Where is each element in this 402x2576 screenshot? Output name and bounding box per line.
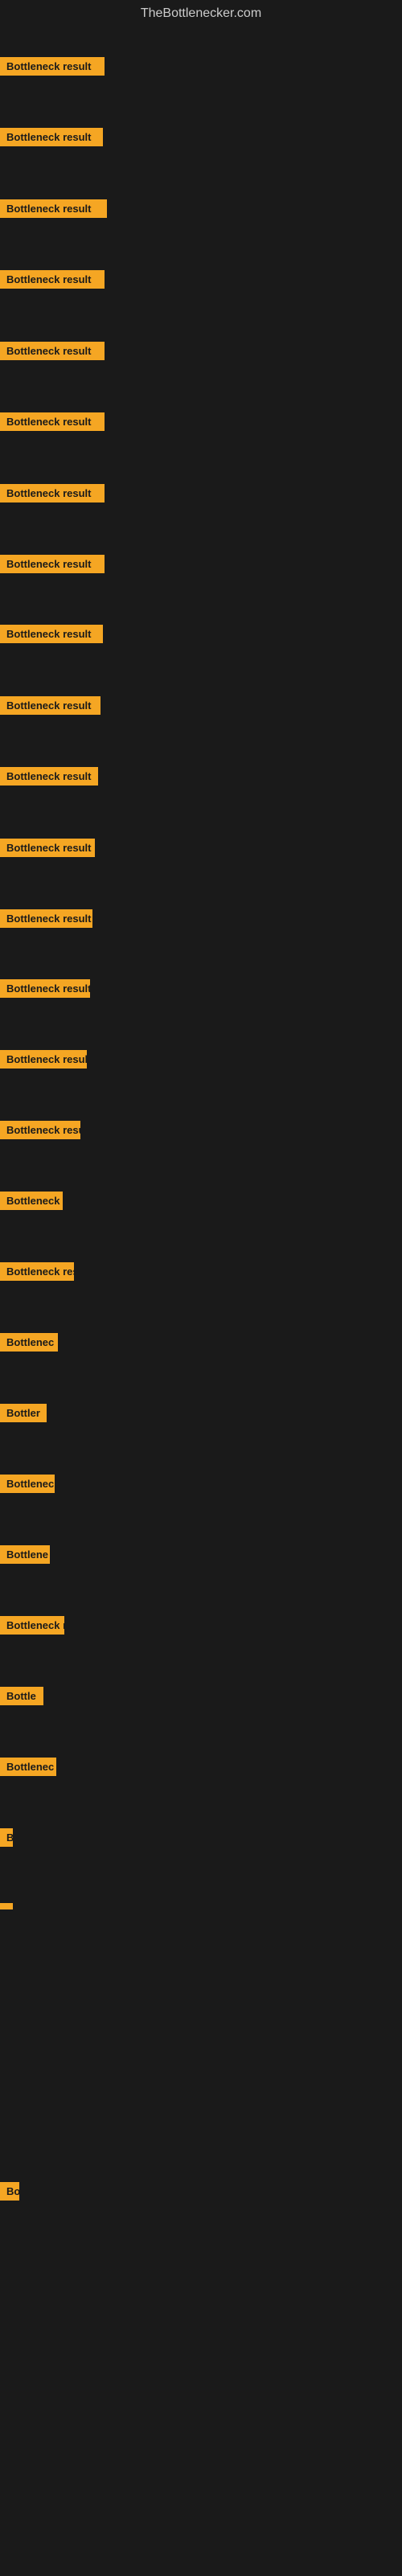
bottleneck-label: Bottleneck resu [0, 1121, 80, 1139]
bottleneck-item: Bottleneck result [0, 555, 105, 577]
bottleneck-item: Bottle [0, 1687, 43, 1709]
bottleneck-item: Bo [0, 2182, 19, 2205]
bottleneck-item: Bottleneck result [0, 1050, 87, 1073]
bottleneck-label: Bottleneck r [0, 1616, 64, 1635]
bottleneck-label: Bottleneck result [0, 767, 98, 786]
bottleneck-item: Bottleneck result [0, 839, 95, 861]
bottleneck-label: Bottleneck [0, 1192, 63, 1210]
bottleneck-label: Bottleneck result [0, 1050, 87, 1069]
bottleneck-label: Bottleneck result [0, 128, 103, 146]
bottleneck-label: Bottleneck res [0, 1262, 74, 1281]
bottleneck-label: Bo [0, 2182, 19, 2201]
bottleneck-item [0, 1899, 13, 1914]
bottleneck-label: Bottleneck result [0, 979, 90, 998]
bottleneck-item: Bottlene [0, 1545, 50, 1568]
bottleneck-label: B [0, 1828, 13, 1847]
bottleneck-label: Bottleneck result [0, 270, 105, 289]
bottleneck-label: Bottlenec [0, 1475, 55, 1493]
bottleneck-item: Bottleneck result [0, 979, 90, 1002]
bottleneck-item: Bottleneck result [0, 412, 105, 435]
bottleneck-item: Bottleneck resu [0, 1121, 80, 1143]
bottleneck-item: Bottler [0, 1404, 47, 1426]
bottleneck-item: Bottlenec [0, 1758, 56, 1780]
bottleneck-item: Bottleneck [0, 1192, 63, 1214]
bottleneck-label: Bottlene [0, 1545, 50, 1564]
bottleneck-label: Bottlenec [0, 1333, 58, 1352]
bottleneck-item: Bottleneck result [0, 128, 103, 150]
bottleneck-item: Bottleneck result [0, 625, 103, 647]
bottleneck-item: Bottleneck result [0, 484, 105, 507]
bottleneck-label: Bottleneck result [0, 909, 92, 928]
bottleneck-label: Bottleneck result [0, 555, 105, 573]
bottleneck-label: Bottlenec [0, 1758, 56, 1776]
bottleneck-label: Bottler [0, 1404, 47, 1422]
site-title: TheBottlenecker.com [0, 0, 402, 27]
bottleneck-label: Bottleneck result [0, 839, 95, 857]
bottleneck-item: Bottleneck result [0, 696, 100, 719]
bottleneck-item: Bottleneck r [0, 1616, 64, 1639]
bottleneck-item: Bottleneck result [0, 57, 105, 80]
bottleneck-item: Bottleneck result [0, 767, 98, 790]
bottleneck-item: Bottleneck result [0, 909, 92, 932]
bottleneck-label: Bottle [0, 1687, 43, 1705]
bottleneck-item: B [0, 1828, 13, 1851]
bottleneck-label: Bottleneck result [0, 625, 103, 643]
bottleneck-item: Bottleneck result [0, 342, 105, 364]
bottleneck-label [0, 1903, 13, 1909]
bottleneck-label: Bottleneck result [0, 199, 107, 218]
bottleneck-item: Bottleneck result [0, 270, 105, 293]
bottleneck-label: Bottleneck result [0, 57, 105, 76]
bottleneck-label: Bottleneck result [0, 484, 105, 502]
bottleneck-item: Bottleneck res [0, 1262, 74, 1285]
bottleneck-item: Bottlenec [0, 1475, 55, 1497]
bottleneck-label: Bottleneck result [0, 696, 100, 715]
bottleneck-label: Bottleneck result [0, 342, 105, 360]
bottleneck-label: Bottleneck result [0, 412, 105, 431]
bottleneck-item: Bottlenec [0, 1333, 58, 1356]
bottleneck-item: Bottleneck result [0, 199, 107, 222]
